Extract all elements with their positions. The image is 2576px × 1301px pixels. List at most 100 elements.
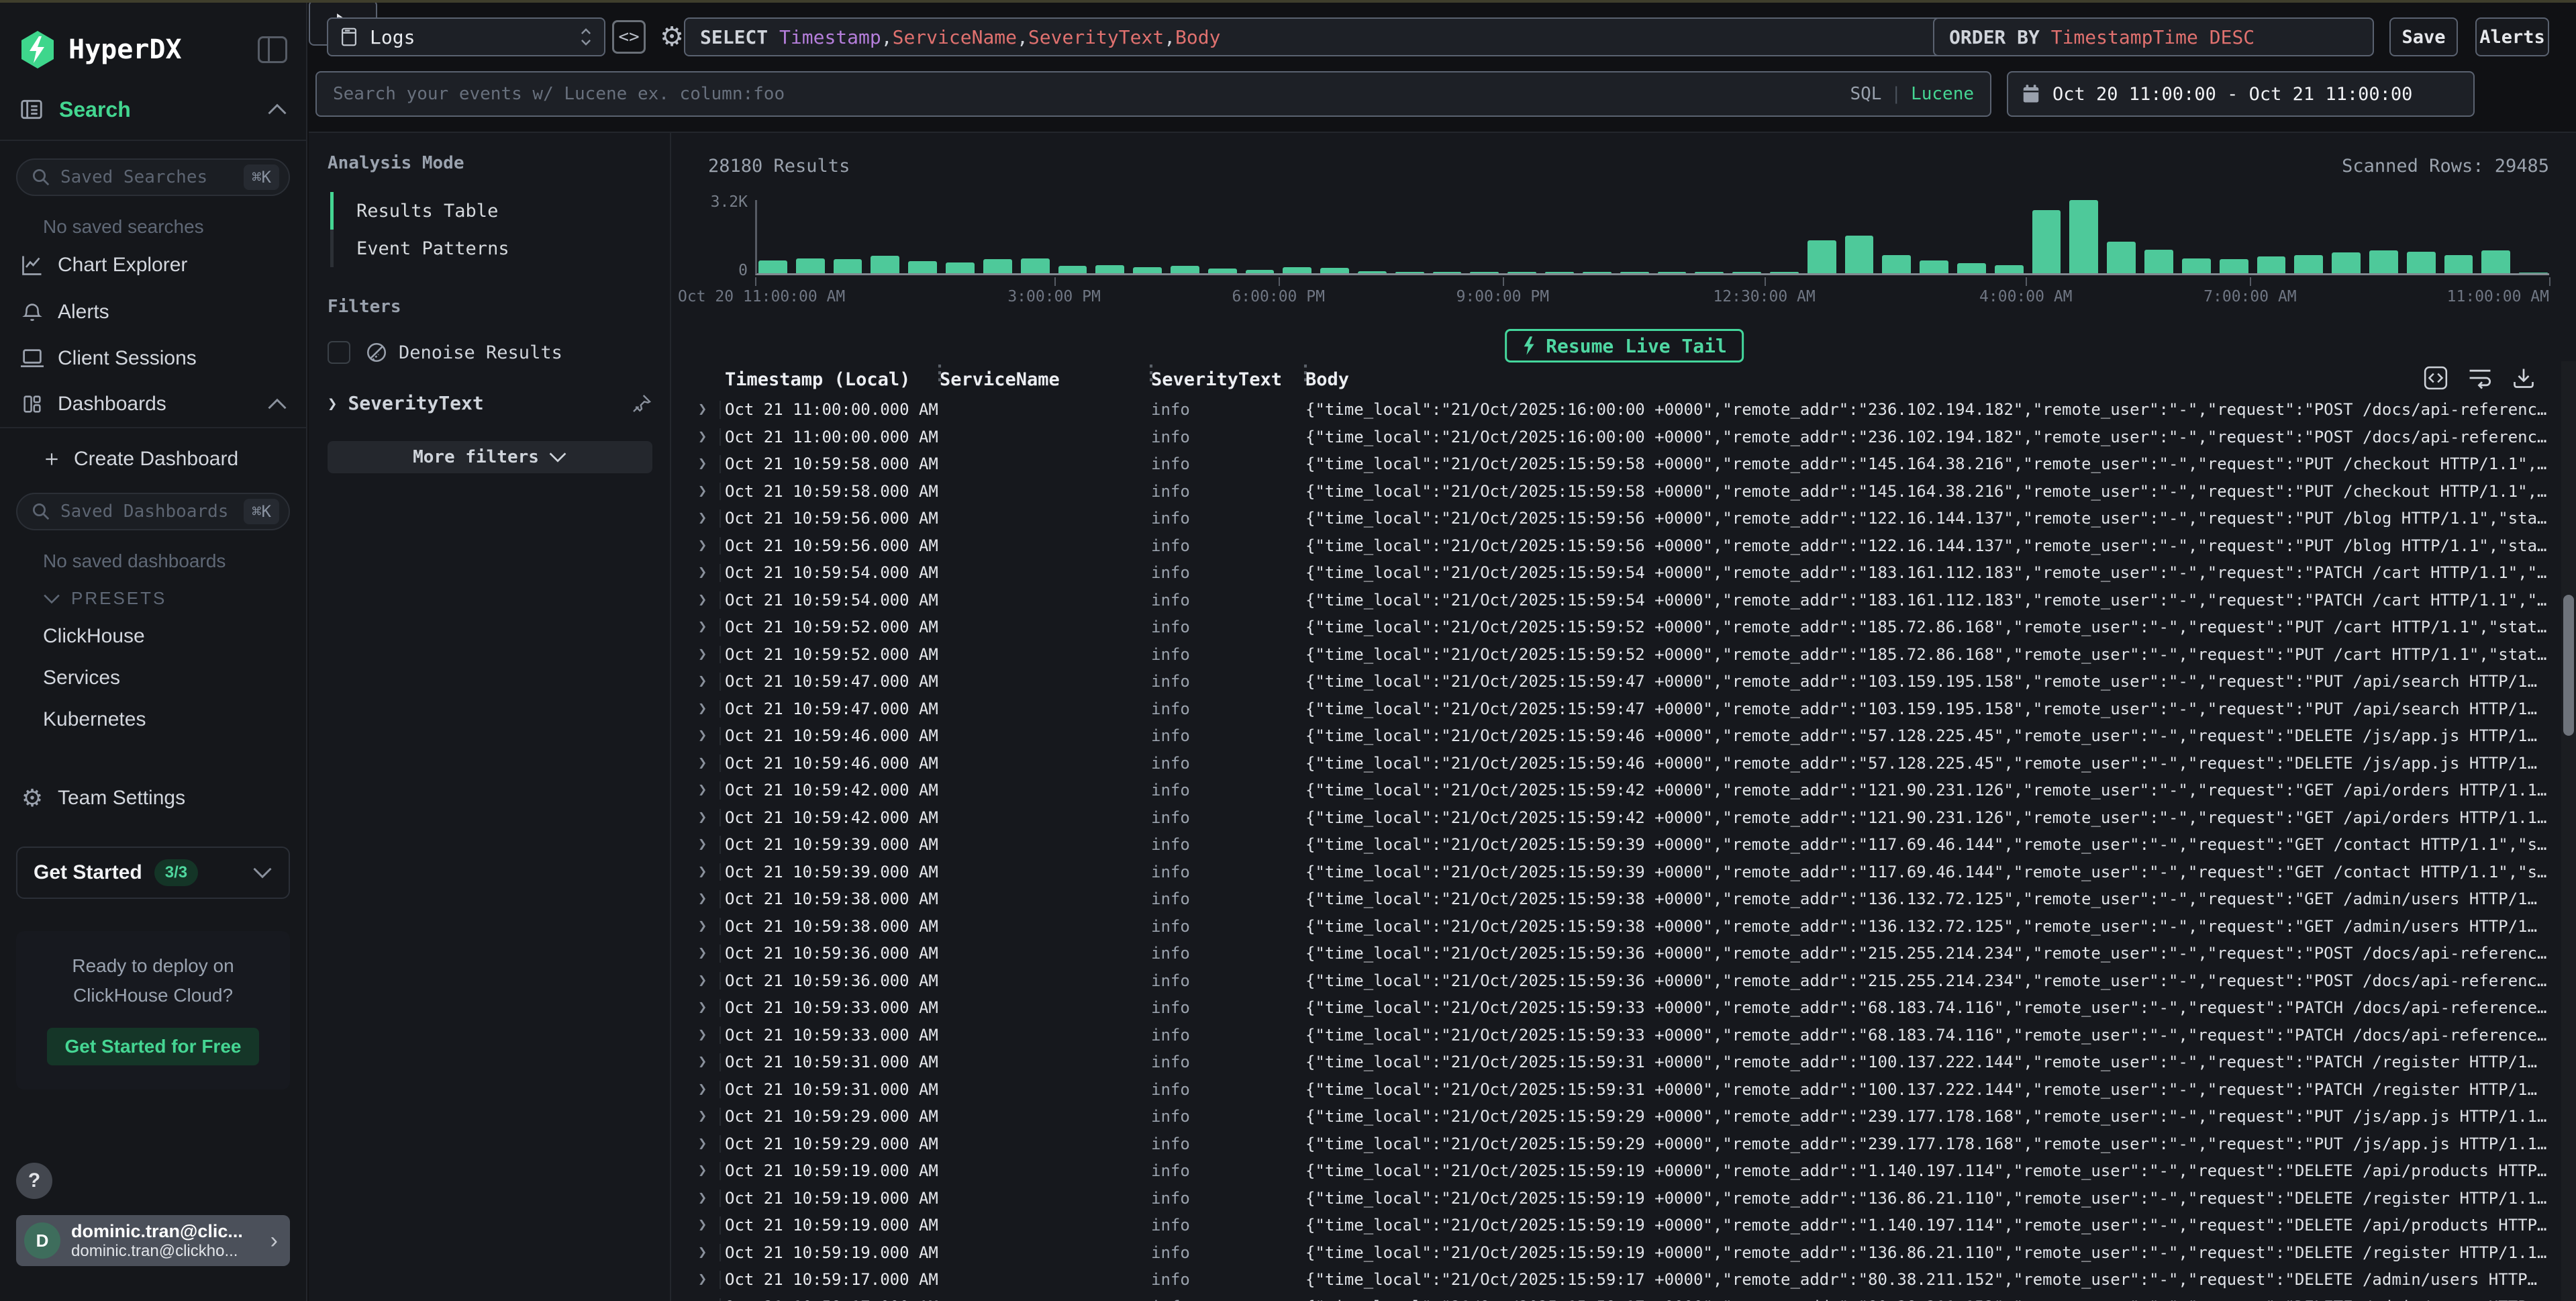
table-row[interactable]: ❯Oct 21 10:59:54.000 AMinfo{"time_local"… <box>673 559 2560 587</box>
preset-kubernetes[interactable]: Kubernetes <box>0 699 306 740</box>
histogram-bar[interactable] <box>983 259 1012 273</box>
histogram-bar[interactable] <box>2369 250 2398 273</box>
table-row[interactable]: ❯Oct 21 10:59:17.000 AMinfo{"time_local"… <box>673 1294 2560 1301</box>
histogram-bar[interactable] <box>946 262 975 273</box>
expand-row-icon[interactable]: ❯ <box>698 885 707 913</box>
histogram-bar[interactable] <box>2107 242 2136 273</box>
histogram-bar[interactable] <box>1095 265 1124 273</box>
table-row[interactable]: ❯Oct 21 10:59:19.000 AMinfo{"time_local"… <box>673 1185 2560 1212</box>
expand-row-icon[interactable]: ❯ <box>698 777 707 804</box>
mode-results-table[interactable]: Results Table <box>330 192 652 230</box>
table-row[interactable]: ❯Oct 21 10:59:46.000 AMinfo{"time_local"… <box>673 722 2560 750</box>
histogram-bar[interactable] <box>1807 240 1836 273</box>
histogram-bar[interactable] <box>1507 272 1536 273</box>
histogram-bar[interactable] <box>1995 265 2024 273</box>
expand-row-icon[interactable]: ❯ <box>698 641 707 669</box>
expand-row-icon[interactable]: ❯ <box>698 1239 707 1267</box>
histogram-bar[interactable] <box>1283 267 1311 273</box>
expand-row-icon[interactable]: ❯ <box>698 668 707 695</box>
table-row[interactable]: ❯Oct 21 10:59:36.000 AMinfo{"time_local"… <box>673 967 2560 995</box>
histogram-bar[interactable] <box>1021 258 1050 273</box>
histogram-bar[interactable] <box>1732 272 1761 273</box>
saved-searches-input[interactable]: Saved Searches ⌘K <box>16 158 290 196</box>
preset-services[interactable]: Services <box>0 657 306 699</box>
histogram-bar[interactable] <box>1470 272 1499 273</box>
histogram-bar[interactable] <box>1171 266 1199 273</box>
user-menu[interactable]: D dominic.tran@clic... dominic.tran@clic… <box>16 1215 290 1266</box>
table-row[interactable]: ❯Oct 21 10:59:36.000 AMinfo{"time_local"… <box>673 940 2560 967</box>
expand-row-icon[interactable]: ❯ <box>698 1049 707 1076</box>
histogram-bar[interactable] <box>1395 272 1424 273</box>
histogram-bar[interactable] <box>1133 267 1162 273</box>
table-row[interactable]: ❯Oct 21 10:59:52.000 AMinfo{"time_local"… <box>673 641 2560 669</box>
histogram-bar[interactable] <box>2407 252 2436 273</box>
table-row[interactable]: ❯Oct 21 10:59:33.000 AMinfo{"time_local"… <box>673 1022 2560 1049</box>
expand-row-icon[interactable]: ❯ <box>698 614 707 641</box>
histogram-bar[interactable] <box>1433 272 1462 273</box>
histogram-bar[interactable] <box>2220 259 2248 273</box>
expand-row-icon[interactable]: ❯ <box>698 478 707 505</box>
histogram-bar[interactable] <box>2144 250 2173 273</box>
table-row[interactable]: ❯Oct 21 10:59:19.000 AMinfo{"time_local"… <box>673 1239 2560 1267</box>
table-row[interactable]: ❯Oct 21 10:59:42.000 AMinfo{"time_local"… <box>673 804 2560 832</box>
scrollbar-track[interactable] <box>2561 361 2576 1301</box>
denoise-results-row[interactable]: Denoise Results <box>328 341 652 364</box>
expand-row-icon[interactable]: ❯ <box>698 1212 707 1239</box>
table-row[interactable]: ❯Oct 21 10:59:47.000 AMinfo{"time_local"… <box>673 695 2560 723</box>
histogram-bar[interactable] <box>1920 260 1948 273</box>
histogram-bar[interactable] <box>2481 250 2510 273</box>
sidebar-item-client-sessions[interactable]: Client Sessions <box>0 336 306 381</box>
get-started-card[interactable]: Get Started 3/3 <box>16 847 290 899</box>
expand-row-icon[interactable]: ❯ <box>698 1157 707 1185</box>
resume-live-tail-button[interactable]: Resume Live Tail <box>1505 329 1744 363</box>
raw-json-toggle-icon[interactable] <box>2423 365 2448 391</box>
histogram-bar[interactable] <box>908 261 937 273</box>
sidebar-item-search[interactable]: Search <box>0 70 306 140</box>
table-row[interactable]: ❯Oct 21 10:59:38.000 AMinfo{"time_local"… <box>673 885 2560 913</box>
language-toggle-lucene[interactable]: Lucene <box>1911 84 1974 104</box>
table-row[interactable]: ❯Oct 21 10:59:54.000 AMinfo{"time_local"… <box>673 587 2560 614</box>
histogram-bar[interactable] <box>2444 255 2473 273</box>
denoise-checkbox[interactable] <box>328 341 350 364</box>
sidebar-item-alerts[interactable]: Alerts <box>0 289 306 336</box>
expand-row-icon[interactable]: ❯ <box>698 831 707 859</box>
alerts-button[interactable]: Alerts <box>2475 17 2549 56</box>
table-row[interactable]: ❯Oct 21 10:59:31.000 AMinfo{"time_local"… <box>673 1049 2560 1076</box>
source-select[interactable]: Logs <box>327 17 605 56</box>
expand-row-icon[interactable]: ❯ <box>698 505 707 532</box>
expand-row-icon[interactable]: ❯ <box>698 396 707 424</box>
histogram-bar[interactable] <box>871 256 899 273</box>
col-timestamp[interactable]: Timestamp (Local) <box>725 369 910 390</box>
col-body[interactable]: Body <box>1305 369 1349 390</box>
expand-row-icon[interactable]: ❯ <box>698 1185 707 1212</box>
histogram-bar[interactable] <box>834 259 862 273</box>
table-row[interactable]: ❯Oct 21 10:59:39.000 AMinfo{"time_local"… <box>673 831 2560 859</box>
help-button[interactable]: ? <box>16 1163 52 1199</box>
histogram-bar[interactable] <box>1658 272 1687 273</box>
save-button[interactable]: Save <box>2389 17 2458 56</box>
histogram-bar[interactable] <box>1208 269 1237 273</box>
saved-dashboards-input[interactable]: Saved Dashboards ⌘K <box>16 493 290 530</box>
expand-row-icon[interactable]: ❯ <box>698 424 707 451</box>
expand-row-icon[interactable]: ❯ <box>698 587 707 614</box>
table-row[interactable]: ❯Oct 21 10:59:39.000 AMinfo{"time_local"… <box>673 859 2560 886</box>
table-row[interactable]: ❯Oct 21 10:59:29.000 AMinfo{"time_local"… <box>673 1130 2560 1158</box>
expand-row-icon[interactable]: ❯ <box>698 1076 707 1104</box>
get-started-free-button[interactable]: Get Started for Free <box>47 1028 259 1065</box>
expand-row-icon[interactable]: ❯ <box>698 1103 707 1130</box>
mode-event-patterns[interactable]: Event Patterns <box>330 230 652 267</box>
table-row[interactable]: ❯Oct 21 10:59:42.000 AMinfo{"time_local"… <box>673 777 2560 804</box>
histogram-bar[interactable] <box>1358 271 1387 273</box>
histogram-bar[interactable] <box>1620 272 1649 273</box>
language-toggle-sql[interactable]: SQL <box>1850 84 1881 104</box>
histogram-bar[interactable] <box>2294 255 2323 273</box>
histogram-bar[interactable] <box>2332 252 2361 273</box>
histogram-bar[interactable] <box>796 258 825 273</box>
sidebar-item-dashboards[interactable]: Dashboards <box>0 381 306 427</box>
histogram-bar[interactable] <box>1320 268 1349 273</box>
histogram-bar[interactable] <box>2257 256 2286 273</box>
lucene-search-input[interactable]: Search your events w/ Lucene ex. column:… <box>315 71 1991 117</box>
expand-row-icon[interactable]: ❯ <box>698 1130 707 1158</box>
histogram-bar[interactable] <box>1845 236 1874 273</box>
histogram-bar[interactable] <box>2032 210 2061 273</box>
